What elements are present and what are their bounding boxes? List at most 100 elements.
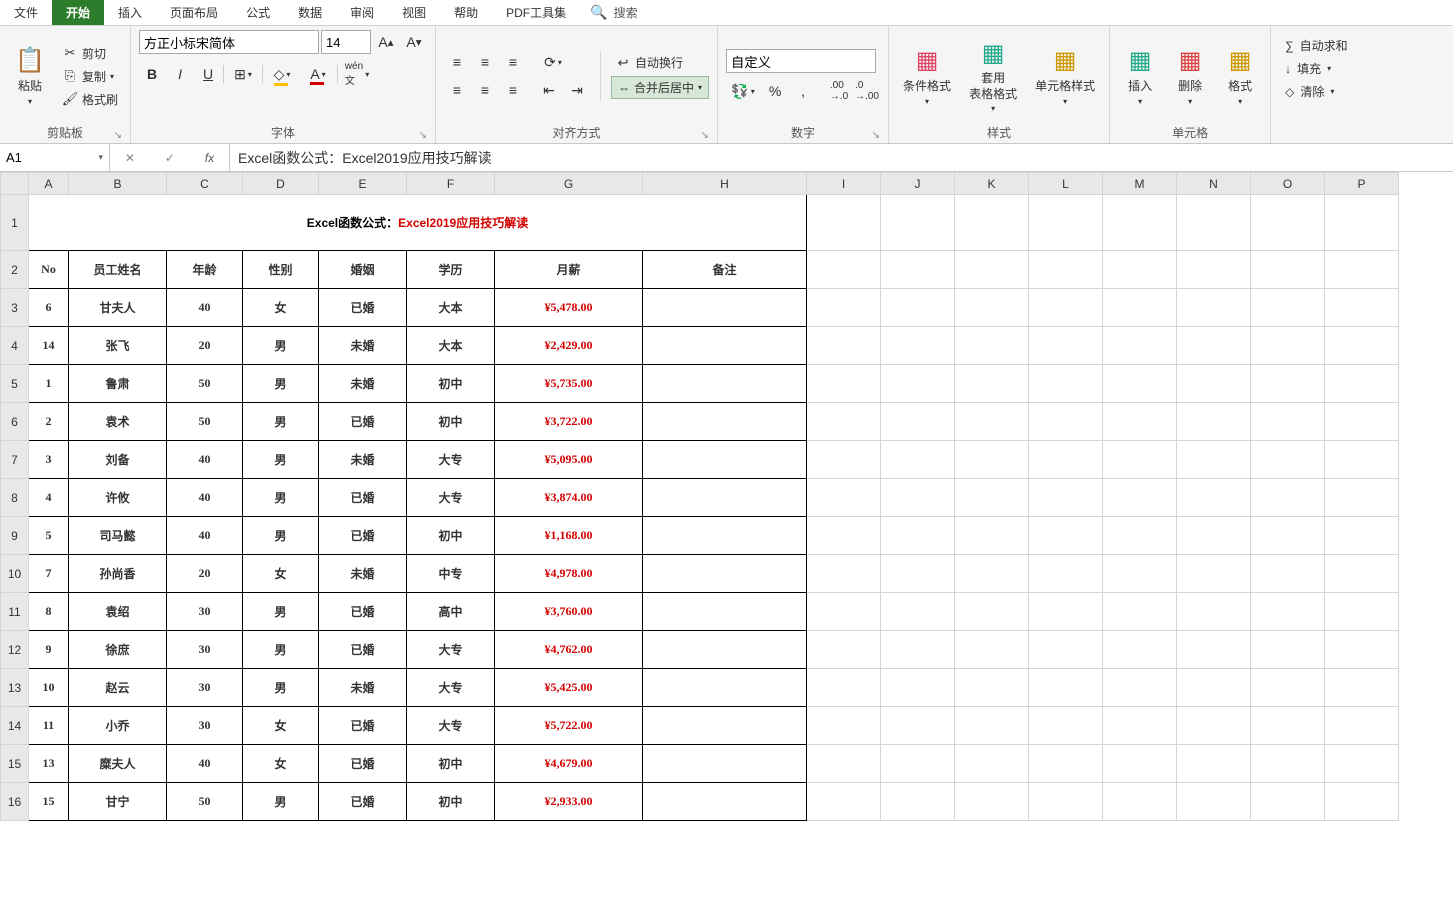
table-header[interactable]: 备注 xyxy=(643,251,807,289)
table-cell[interactable]: 15 xyxy=(29,783,69,821)
table-cell[interactable]: 9 xyxy=(29,631,69,669)
cell[interactable] xyxy=(807,289,881,327)
cell[interactable] xyxy=(1029,669,1103,707)
menu-开始[interactable]: 开始 xyxy=(52,0,104,25)
format-cells-button[interactable]: ▦格式▾ xyxy=(1218,43,1262,109)
remark-cell[interactable] xyxy=(643,403,807,441)
format-painter-button[interactable]: 🖌格式刷 xyxy=(58,90,122,109)
table-cell[interactable]: 大专 xyxy=(407,707,495,745)
table-cell[interactable]: 40 xyxy=(167,441,243,479)
font-size-select[interactable] xyxy=(321,30,371,54)
decrease-indent-button[interactable]: ⇤ xyxy=(536,78,562,102)
cell[interactable] xyxy=(955,707,1029,745)
table-cell[interactable]: 男 xyxy=(243,403,319,441)
autosum-button[interactable]: ∑自动求和 xyxy=(1283,36,1350,55)
cell[interactable] xyxy=(1103,745,1177,783)
table-cell[interactable]: 初中 xyxy=(407,745,495,783)
table-cell[interactable]: 40 xyxy=(167,289,243,327)
remark-cell[interactable] xyxy=(643,327,807,365)
paste-button[interactable]: 📋 粘贴 ▾ xyxy=(8,43,52,109)
cell[interactable] xyxy=(1103,593,1177,631)
remark-cell[interactable] xyxy=(643,783,807,821)
cell[interactable] xyxy=(1251,289,1325,327)
align-middle-button[interactable]: ≡ xyxy=(472,50,498,74)
row-header[interactable]: 3 xyxy=(1,289,29,327)
cell[interactable] xyxy=(1029,707,1103,745)
table-cell[interactable]: 初中 xyxy=(407,783,495,821)
table-cell[interactable]: 2 xyxy=(29,403,69,441)
table-cell[interactable]: 男 xyxy=(243,517,319,555)
table-cell[interactable]: 40 xyxy=(167,479,243,517)
cell[interactable] xyxy=(1177,327,1251,365)
table-cell[interactable]: 1 xyxy=(29,365,69,403)
cell[interactable] xyxy=(1325,479,1399,517)
cell[interactable] xyxy=(881,707,955,745)
align-top-button[interactable]: ≡ xyxy=(444,50,470,74)
table-cell[interactable]: 初中 xyxy=(407,403,495,441)
cell[interactable] xyxy=(807,327,881,365)
cell[interactable] xyxy=(881,289,955,327)
table-cell[interactable]: 已婚 xyxy=(319,289,407,327)
cell[interactable] xyxy=(807,195,881,251)
table-cell[interactable]: 未婚 xyxy=(319,327,407,365)
table-header[interactable]: 性别 xyxy=(243,251,319,289)
cell[interactable] xyxy=(1029,745,1103,783)
table-cell[interactable]: 40 xyxy=(167,517,243,555)
increase-indent-button[interactable]: ⇥ xyxy=(564,78,590,102)
italic-button[interactable]: I xyxy=(167,62,193,86)
delete-cells-button[interactable]: ▦删除▾ xyxy=(1168,43,1212,109)
remark-cell[interactable] xyxy=(643,593,807,631)
cell[interactable] xyxy=(1103,365,1177,403)
cell[interactable] xyxy=(1029,479,1103,517)
table-cell[interactable]: 女 xyxy=(243,555,319,593)
salary-cell[interactable]: ¥5,095.00 xyxy=(495,441,643,479)
table-cell[interactable]: 男 xyxy=(243,479,319,517)
cell[interactable] xyxy=(881,479,955,517)
cell[interactable] xyxy=(1251,365,1325,403)
table-cell[interactable]: 未婚 xyxy=(319,555,407,593)
salary-cell[interactable]: ¥3,874.00 xyxy=(495,479,643,517)
fill-color-button[interactable]: ◇▾ xyxy=(265,62,299,86)
table-cell[interactable]: 已婚 xyxy=(319,707,407,745)
col-header-D[interactable]: D xyxy=(243,173,319,195)
table-cell[interactable]: 大本 xyxy=(407,289,495,327)
font-color-button[interactable]: A▾ xyxy=(301,62,335,86)
cell[interactable] xyxy=(807,479,881,517)
table-cell[interactable]: 已婚 xyxy=(319,403,407,441)
table-cell[interactable]: 男 xyxy=(243,669,319,707)
bold-button[interactable]: B xyxy=(139,62,165,86)
remark-cell[interactable] xyxy=(643,479,807,517)
cell[interactable] xyxy=(1103,669,1177,707)
cell[interactable] xyxy=(1325,403,1399,441)
cell[interactable] xyxy=(1177,195,1251,251)
cell[interactable] xyxy=(955,327,1029,365)
table-cell[interactable]: 男 xyxy=(243,593,319,631)
table-header[interactable]: No xyxy=(29,251,69,289)
table-cell[interactable]: 已婚 xyxy=(319,745,407,783)
table-header[interactable]: 学历 xyxy=(407,251,495,289)
table-cell[interactable]: 大专 xyxy=(407,669,495,707)
col-header-C[interactable]: C xyxy=(167,173,243,195)
clear-button[interactable]: ◇清除▾ xyxy=(1283,82,1350,101)
salary-cell[interactable]: ¥4,978.00 xyxy=(495,555,643,593)
salary-cell[interactable]: ¥4,679.00 xyxy=(495,745,643,783)
cell[interactable] xyxy=(1251,403,1325,441)
table-cell[interactable]: 女 xyxy=(243,707,319,745)
cell[interactable] xyxy=(807,441,881,479)
table-cell[interactable]: 司马懿 xyxy=(69,517,167,555)
table-cell[interactable]: 已婚 xyxy=(319,783,407,821)
cell[interactable] xyxy=(807,365,881,403)
cell[interactable] xyxy=(1177,441,1251,479)
cell[interactable] xyxy=(1177,593,1251,631)
table-cell[interactable]: 大本 xyxy=(407,327,495,365)
cell[interactable] xyxy=(1251,631,1325,669)
underline-button[interactable]: U xyxy=(195,62,221,86)
row-header[interactable]: 7 xyxy=(1,441,29,479)
cell[interactable] xyxy=(1325,707,1399,745)
salary-cell[interactable]: ¥4,762.00 xyxy=(495,631,643,669)
dialog-launcher-icon[interactable]: ↘ xyxy=(701,130,709,141)
table-cell[interactable]: 男 xyxy=(243,631,319,669)
cell[interactable] xyxy=(1251,707,1325,745)
conditional-format-button[interactable]: ▦条件格式▾ xyxy=(897,43,957,109)
phonetic-button[interactable]: wén文▾ xyxy=(340,62,374,86)
